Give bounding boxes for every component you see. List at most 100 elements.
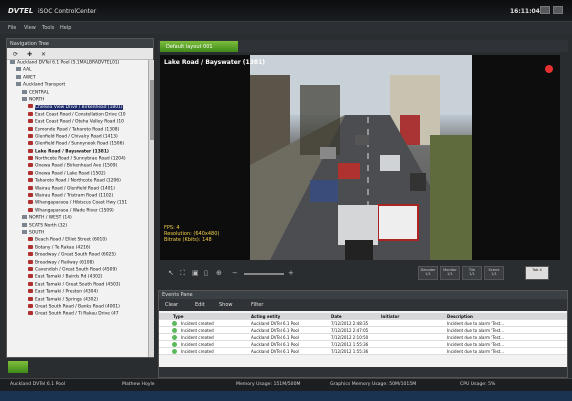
camera-icon xyxy=(28,200,33,205)
tree-camera-item[interactable]: Whangaparaoa / Hibiscus Coast Hwy (151 xyxy=(7,200,147,207)
stat-decoder: Decoder 1/1 xyxy=(418,266,438,280)
tree-item-label: SCATS North (32) xyxy=(29,223,68,229)
tree-camera-item[interactable]: East Tamaki / Springs (4302) xyxy=(7,296,147,304)
traffic-scene xyxy=(250,55,472,260)
tree-folder-item[interactable]: NORTH / WEST (14) xyxy=(7,215,147,222)
tree-camera-item[interactable]: Esmonde Road / Taharoto Road (1308) xyxy=(7,126,147,134)
tree-camera-item[interactable]: Whangaparaoa / Wade River (1509) xyxy=(7,207,147,215)
pointer-icon[interactable]: ↖ xyxy=(168,269,174,277)
event-status-icon xyxy=(172,321,177,326)
events-table-header: Type Acting entity Date Initiator Descri… xyxy=(159,313,567,320)
tree-camera-item[interactable]: Beach Road / Elliot Street (6010) xyxy=(7,237,147,244)
tree-item-label: Broadway / Great South Road (6025) xyxy=(35,252,116,258)
camera-icon xyxy=(28,104,33,109)
tree-camera-item[interactable]: Taharoto Road / Northcote Road (1206) xyxy=(7,178,147,185)
tree-camera-item[interactable]: Northcote Road / Sunnybrae Road (1204) xyxy=(7,156,147,163)
playback-icon[interactable]: ▯ xyxy=(204,269,208,277)
status-bar: Auckland DVTel 6.1 Pool Mathew Hoyle Mem… xyxy=(0,378,572,391)
tree-camera-item[interactable]: Glenfield Road / Sunnynook Road (1506) xyxy=(7,141,147,148)
menu-help[interactable]: Help xyxy=(60,25,71,31)
tab-number-input[interactable]: Tab 4 xyxy=(525,266,549,280)
tree-folder-item[interactable]: NORTH xyxy=(7,96,147,104)
tree-item-label: East Tamaki / Bairds Rd (4302) xyxy=(35,274,103,280)
event-cell: Auckland DVTel 6.1 Pool xyxy=(251,335,299,340)
tree-camera-item[interactable]: Broadway / Railway (6108) xyxy=(7,259,147,267)
add-icon[interactable]: ✚ xyxy=(27,51,32,58)
tree-camera-item[interactable]: Wairau Road / Glenfield Road (1401) xyxy=(7,185,147,193)
edit-button[interactable]: Edit xyxy=(195,302,205,308)
snapshot-icon[interactable]: ▣ xyxy=(192,269,199,277)
tree-folder-item[interactable]: SOUTH xyxy=(7,229,147,237)
video-stream-info: FPS: 4 Resolution: (640x480) Bitrate (Kb… xyxy=(164,225,219,243)
tree-camera-item[interactable]: Lake Road / Bayswater (1381) xyxy=(7,148,147,156)
filter-button[interactable]: Filter xyxy=(251,302,263,308)
volume-up-icon[interactable]: + xyxy=(288,269,294,277)
col-description[interactable]: Description xyxy=(447,314,473,319)
tree-camera-item[interactable]: East Tamaki / Preston (4304) xyxy=(7,289,147,296)
tree-camera-item[interactable]: Onewa Road / Birkenhead Ave (1509) xyxy=(7,163,147,170)
tree-folder-item[interactable]: SCATS North (32) xyxy=(7,222,147,230)
tab-default-layout[interactable]: Default layout 001 xyxy=(160,41,238,52)
event-row[interactable]: Incident created Auckland DVTel 6.1 Pool 7… xyxy=(159,348,567,355)
tree-item-label: Taharoto Road / Northcote Road (1206) xyxy=(35,178,121,184)
tree-camera-item[interactable]: Chelsea View Drive / Birkenhead (1801) xyxy=(7,104,147,111)
tree-camera-item[interactable]: Cavendish / Great South Road (4509) xyxy=(7,266,147,274)
tree-camera-item[interactable]: Great South Road / Banks Road (4001) xyxy=(7,303,147,311)
menu-file[interactable]: File xyxy=(8,25,16,31)
col-type[interactable]: Type xyxy=(173,314,183,319)
folder-icon xyxy=(10,60,15,64)
show-button[interactable]: Show xyxy=(219,302,233,308)
minimize-button[interactable] xyxy=(540,6,550,14)
video-tile[interactable]: Lake Road / Bayswater (1381) FPS: 4 Reso… xyxy=(160,55,560,260)
tree-camera-item[interactable]: East Tamaki / Great South Road (4503) xyxy=(7,281,147,289)
tree-folder-item[interactable]: Auckland DVTel 6.1 Pool (5.1MALBRADVTEL0… xyxy=(7,60,147,67)
tree-folder-item[interactable]: Auckland Transport xyxy=(7,82,147,89)
camera-icon xyxy=(28,252,33,257)
menu-view[interactable]: View xyxy=(24,25,36,31)
refresh-icon[interactable]: ⟳ xyxy=(13,51,18,58)
camera-icon xyxy=(28,289,33,294)
tree-folder-item[interactable]: AWET xyxy=(7,74,147,82)
tree-scrollbar[interactable] xyxy=(148,60,154,357)
volume-icon[interactable]: − xyxy=(232,269,238,277)
tree-camera-item[interactable]: Onewa Road / Lake Road (1502) xyxy=(7,170,147,178)
green-shortcut-button[interactable] xyxy=(8,361,28,373)
col-date[interactable]: Date xyxy=(331,314,342,319)
close-button[interactable] xyxy=(553,6,563,14)
tree-camera-item[interactable]: Great South Road / Ti Rakau Drive (47 xyxy=(7,311,147,318)
col-initiator[interactable]: Initiator xyxy=(381,314,399,319)
events-footer xyxy=(159,367,567,377)
event-row[interactable]: Incident created Auckland DVTel 6.1 Pool 7… xyxy=(159,341,567,348)
bitrate-readout: Bitrate (Kbits): 148 xyxy=(164,237,212,243)
menu-tools[interactable]: Tools xyxy=(42,25,54,31)
event-row[interactable]: Incident created Auckland DVTel 6.1 Pool 7… xyxy=(159,334,567,341)
remove-icon[interactable]: ✕ xyxy=(41,51,46,58)
tree-folder-item[interactable]: CENTRAL xyxy=(7,89,147,97)
event-status-icon xyxy=(172,335,177,340)
tree-camera-item[interactable]: Botany / Te Rakau (4216) xyxy=(7,244,147,252)
scroll-thumb[interactable] xyxy=(150,80,154,140)
tree-folder-item[interactable]: AAL xyxy=(7,67,147,74)
col-acting-entity[interactable]: Acting entity xyxy=(251,314,280,319)
tree-camera-item[interactable]: East Coast Road / Oteha Valley Road (10 xyxy=(7,119,147,126)
tree-camera-item[interactable]: Wairau Road / Tristram Road (1102) xyxy=(7,193,147,200)
video-control-bar: ↖ ⛶ ▣ ▯ ⊕ − + Decoder 1/1 Monitor 1/1 Tile… xyxy=(160,262,570,284)
tree-camera-item[interactable]: East Tamaki / Bairds Rd (4302) xyxy=(7,274,147,281)
event-status-icon xyxy=(172,328,177,333)
volume-slider[interactable] xyxy=(244,273,284,275)
event-row[interactable]: Incident created Auckland DVTel 6.1 Pool 7… xyxy=(159,320,567,327)
tree-item-label: Whangaparaoa / Wade River (1509) xyxy=(35,208,114,214)
event-cell: Incident created xyxy=(181,349,214,354)
clear-button[interactable]: Clear xyxy=(165,302,178,308)
event-row[interactable]: Incident created Auckland DVTel 6.1 Pool 7… xyxy=(159,327,567,334)
recording-indicator-icon xyxy=(545,65,553,73)
zoom-icon[interactable]: ⊕ xyxy=(216,269,222,277)
tree-item-label: Beach Road / Elliot Street (6010) xyxy=(35,237,107,243)
tree-camera-item[interactable]: East Coast Road / Constellation Drive (1… xyxy=(7,111,147,119)
tree-camera-item[interactable]: Broadway / Great South Road (6025) xyxy=(7,252,147,259)
tree-camera-item[interactable]: Glenfield Road / Chivalry Road (1413) xyxy=(7,133,147,141)
fullscreen-icon[interactable]: ⛶ xyxy=(180,269,185,278)
dvtel-logo: DVTEL xyxy=(8,7,34,15)
tree-item-label: Broadway / Railway (6108) xyxy=(35,260,94,266)
event-cell: Incident due to alarm 'Test... xyxy=(447,335,505,340)
